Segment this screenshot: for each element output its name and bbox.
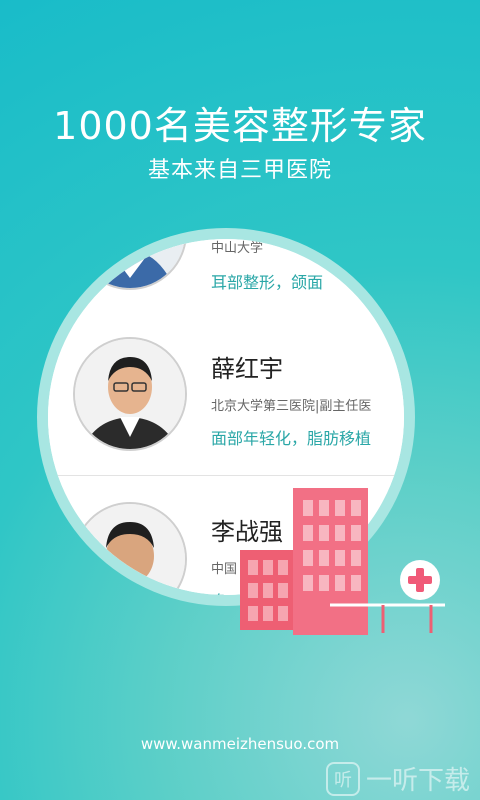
doctor-specialty: 耳部整形，颌面 bbox=[211, 273, 324, 292]
doctor-avatar bbox=[73, 337, 187, 451]
subline: 基本来自三甲医院 bbox=[147, 158, 332, 183]
headline: 1000名美容整形专家 bbox=[53, 104, 427, 148]
doctor-specialty: 面部年轻化，脂肪移植 bbox=[211, 429, 372, 448]
doctor-avatar bbox=[73, 239, 187, 290]
doctor-hospital: 中国 bbox=[211, 562, 238, 577]
website-url: www.wanmeizhensuo.com bbox=[140, 735, 340, 753]
ear-icon: 听 bbox=[325, 761, 360, 796]
doctor-card[interactable]: 中山大学 耳部整形，颌面 bbox=[48, 239, 404, 314]
doctor-hospital: 北京大学第三医院|副主任医 bbox=[211, 399, 372, 414]
doctor-card[interactable]: 薛红宇 北京大学第三医院|副主任医 面部年轻化，脂肪移植 bbox=[48, 313, 404, 476]
watermark-text: 一听下载 bbox=[365, 766, 470, 796]
doctor-hospital: 中山大学 bbox=[211, 241, 264, 256]
doctor-avatar bbox=[73, 502, 187, 595]
doctor-name: 薛红宇 bbox=[211, 355, 283, 383]
hospital-building-icon bbox=[240, 488, 445, 635]
doctor-specialty: 鼻 bbox=[211, 588, 227, 595]
watermark: 听 一听下载 bbox=[325, 760, 470, 797]
